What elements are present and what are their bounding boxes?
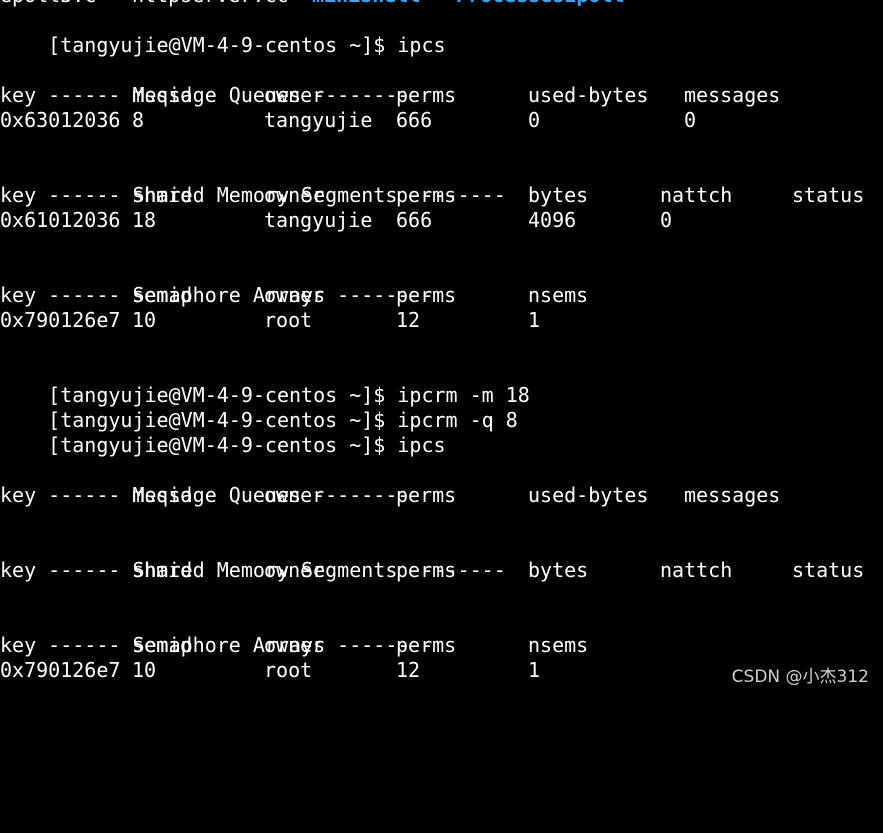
column-header: shmid [132, 183, 193, 207]
listing-item: epoll3.c [0, 0, 96, 8]
column-header: key [0, 483, 37, 507]
table-cell: 12 [396, 658, 421, 682]
column-header: perms [396, 283, 457, 307]
table-header-row: key shmid owner perms bytes nattch statu… [0, 183, 883, 208]
table-cell: 0 [660, 208, 673, 232]
section-header-shared-memory: ------ Shared Memory Segments -------- [48, 183, 506, 207]
column-header: nattch [660, 558, 733, 582]
command-line: [tangyujie@VM-4-9-centos ~]$ ipcrm -q 8 [0, 383, 883, 432]
table-cell: 18 [132, 208, 157, 232]
table-cell: 0x63012036 [0, 108, 121, 132]
table-row: 0x790126e7 10 root 12 1 [0, 308, 883, 333]
directory-listing-line: epoll3.c httpserver.cc minishell Process… [0, 0, 883, 8]
command-line: [tangyujie@VM-4-9-centos ~]$ ipcs [0, 408, 883, 457]
table-cell: 666 [396, 208, 433, 232]
table-cell: 10 [132, 308, 157, 332]
column-header: bytes [528, 183, 589, 207]
column-header: messages [684, 483, 781, 507]
column-header: key [0, 83, 37, 107]
table-cell: 1 [528, 308, 541, 332]
column-header: key [0, 558, 37, 582]
table-cell: 666 [396, 108, 433, 132]
table-cell: 0x790126e7 [0, 658, 121, 682]
column-header: owner [264, 633, 325, 657]
column-header: semid [132, 633, 193, 657]
column-header: owner [264, 183, 325, 207]
column-header: semid [132, 283, 193, 307]
section-header-semaphore-arrays: ------ Semaphore Arrays -------- [48, 633, 434, 657]
column-header: nsems [528, 283, 589, 307]
column-header: msqid [132, 483, 193, 507]
table-cell: 0 [684, 108, 697, 132]
column-header: messages [684, 83, 781, 107]
table-header-row: key msqid owner perms used-bytes message… [0, 83, 883, 108]
column-header: key [0, 283, 37, 307]
column-header: perms [396, 483, 457, 507]
listing-item-directory: ProcessesEpoll [456, 0, 625, 8]
column-header: nattch [660, 183, 733, 207]
table-header-row: key semid owner perms nsems [0, 283, 883, 308]
column-header: key [0, 183, 37, 207]
table-header-row: key semid owner perms nsems [0, 633, 883, 658]
table-cell: root [264, 658, 313, 682]
table-cell: tangyujie [264, 208, 373, 232]
section-header-shared-memory: ------ Shared Memory Segments -------- [48, 558, 506, 582]
listing-item-directory: minishell [312, 0, 420, 8]
table-cell: 8 [132, 108, 145, 132]
column-header: nsems [528, 633, 589, 657]
column-header: bytes [528, 558, 589, 582]
command-line: [tangyujie@VM-4-9-centos ~]$ ipcs [0, 8, 883, 57]
table-cell: 10 [132, 658, 157, 682]
column-header: msqid [132, 83, 193, 107]
column-header: perms [396, 183, 457, 207]
section-header-message-queues: ------ Message Queues -------- [48, 483, 410, 507]
table-header-row: key msqid owner perms used-bytes message… [0, 483, 883, 508]
column-header: perms [396, 633, 457, 657]
column-header: perms [396, 558, 457, 582]
column-header: shmid [132, 558, 193, 582]
column-header: key [0, 633, 37, 657]
terminal-window[interactable]: epoll3.c httpserver.cc minishell Process… [0, 0, 883, 683]
table-cell: 0x61012036 [0, 208, 121, 232]
table-cell: 0x790126e7 [0, 308, 121, 332]
column-header: used-bytes [528, 83, 649, 107]
column-header: status [792, 183, 865, 207]
table-header-row: key shmid owner perms bytes nattch statu… [0, 558, 883, 583]
column-header: owner [264, 283, 325, 307]
section-header-semaphore-arrays: ------ Semaphore Arrays -------- [48, 283, 434, 307]
column-header: status [792, 558, 865, 582]
table-cell: 1 [528, 658, 541, 682]
command-line: [tangyujie@VM-4-9-centos ~]$ ipcrm -m 18 [0, 358, 883, 407]
column-header: owner [264, 558, 325, 582]
table-row: 0x61012036 18 tangyujie 666 4096 0 [0, 208, 883, 233]
table-cell: tangyujie [264, 108, 373, 132]
listing-item: httpserver.cc [132, 0, 289, 8]
column-header: owner [264, 83, 325, 107]
table-row: 0x63012036 8 tangyujie 666 0 0 [0, 108, 883, 133]
column-header: used-bytes [528, 483, 649, 507]
table-cell: root [264, 308, 313, 332]
column-header: owner [264, 483, 325, 507]
column-header: perms [396, 83, 457, 107]
section-header-message-queues: ------ Message Queues -------- [48, 83, 410, 107]
table-cell: 12 [396, 308, 421, 332]
table-cell: 0 [528, 108, 541, 132]
table-cell: 4096 [528, 208, 577, 232]
csdn-watermark: CSDN @小杰312 [731, 667, 869, 687]
